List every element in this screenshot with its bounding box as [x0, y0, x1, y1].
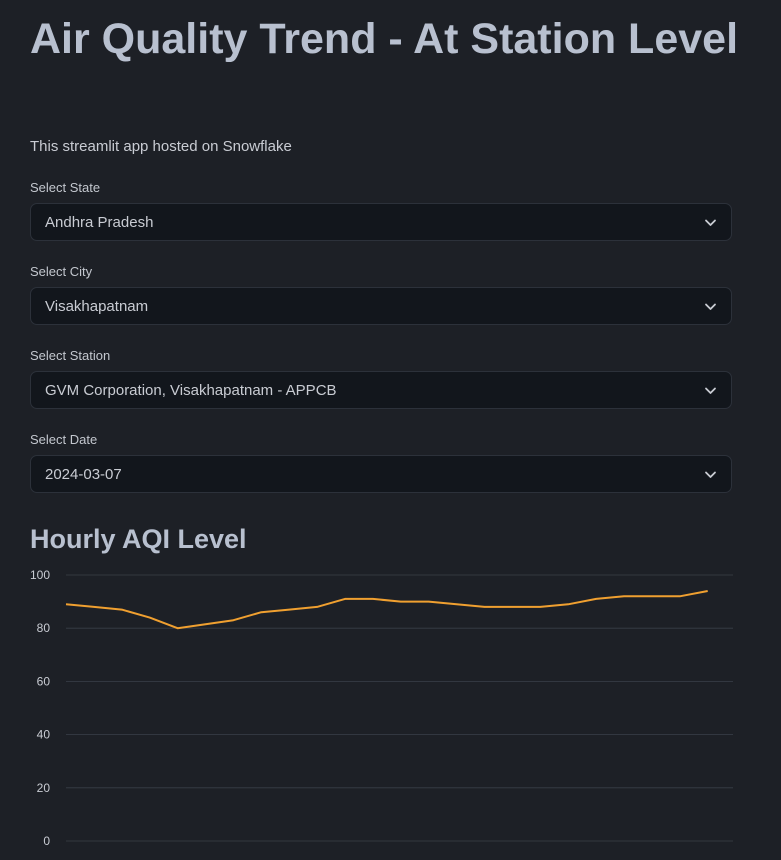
aqi-line-chart: 0 20 40 60 80 100 [30, 568, 733, 848]
y-tick-label: 40 [37, 728, 51, 742]
city-select-value: Visakhapatnam [45, 298, 149, 315]
y-tick-label: 0 [43, 834, 50, 848]
station-select-value: GVM Corporation, Visakhapatnam - APPCB [45, 382, 337, 399]
chevron-down-icon [705, 387, 716, 394]
chevron-down-icon [705, 471, 716, 478]
page-title: Air Quality Trend - At Station Level [30, 15, 739, 63]
date-select-value: 2024-03-07 [45, 466, 122, 483]
date-select-label: Select Date [30, 432, 98, 447]
y-tick-label: 60 [37, 674, 51, 688]
app-page: Air Quality Trend - At Station Level Thi… [0, 0, 781, 860]
station-select-label: Select Station [30, 348, 111, 363]
y-tick-label: 20 [37, 781, 51, 795]
chevron-down-icon [705, 219, 716, 226]
city-select[interactable]: Visakhapatnam [30, 287, 732, 325]
chart-section-title: Hourly AQI Level [30, 524, 247, 554]
state-select-value: Andhra Pradesh [45, 214, 154, 231]
page-subtitle: This streamlit app hosted on Snowflake [30, 138, 292, 155]
y-tick-label: 100 [30, 568, 50, 582]
state-select-label: Select State [30, 180, 101, 195]
aqi-series-line [65, 590, 708, 630]
station-select[interactable]: GVM Corporation, Visakhapatnam - APPCB [30, 371, 732, 409]
city-select-label: Select City [30, 264, 93, 279]
chevron-down-icon [705, 303, 716, 310]
date-select[interactable]: 2024-03-07 [30, 455, 732, 493]
state-select[interactable]: Andhra Pradesh [30, 203, 732, 241]
y-tick-label: 80 [37, 621, 51, 635]
